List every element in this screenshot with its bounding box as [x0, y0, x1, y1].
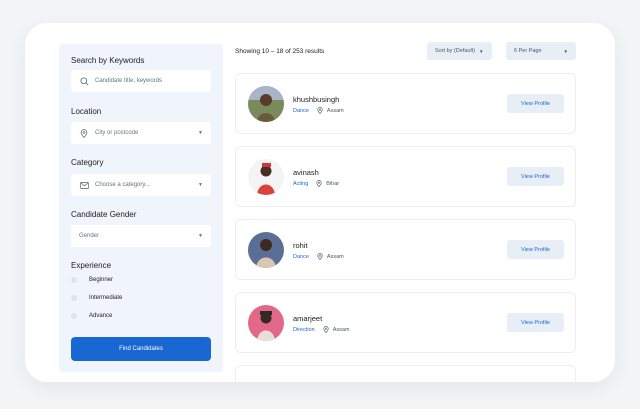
- experience-option-intermediate[interactable]: Intermediate: [71, 295, 122, 301]
- experience-title: Experience: [71, 261, 112, 270]
- candidate-name[interactable]: avinash: [293, 168, 319, 177]
- gender-value: Gender: [79, 233, 100, 239]
- candidate-location: Bihar: [326, 180, 340, 187]
- experience-option-label: Intermediate: [89, 295, 123, 301]
- candidate-name[interactable]: amarjeet: [293, 314, 322, 323]
- radio-button[interactable]: [71, 295, 77, 301]
- keywords-input[interactable]: Candidate title, keywords: [71, 70, 211, 92]
- candidate-location: Assam: [332, 326, 350, 333]
- map-pin-icon: [79, 128, 89, 138]
- gender-select[interactable]: Gender ▼: [71, 225, 211, 247]
- view-profile-button[interactable]: View Profile: [507, 240, 564, 259]
- sort-dropdown[interactable]: Sort by (Default) ▼: [427, 42, 492, 60]
- candidate-meta: Dance Assam: [293, 107, 344, 114]
- candidate-card: [235, 365, 576, 382]
- avatar: [248, 305, 284, 341]
- map-pin-icon: [317, 253, 323, 260]
- candidate-meta: Direction Assam: [293, 326, 350, 333]
- map-pin-icon: [323, 326, 329, 333]
- location-title: Location: [71, 107, 102, 116]
- chevron-down-icon: ▼: [563, 48, 568, 54]
- view-profile-button[interactable]: View Profile: [507, 94, 564, 113]
- map-pin-icon: [317, 107, 323, 114]
- candidate-card: khushbusingh Dance Assam View Profile: [235, 73, 576, 134]
- keywords-title: Search by Keywords: [71, 56, 145, 65]
- results-summary: Showing 10 – 18 of 253 results: [235, 48, 325, 55]
- candidate-search-card: Search by Keywords Candidate title, keyw…: [25, 23, 615, 382]
- find-candidates-button[interactable]: Find Candidates: [71, 337, 211, 361]
- candidate-card: rohit Dance Assam View Profile: [235, 219, 576, 280]
- chevron-down-icon: ▼: [198, 182, 203, 188]
- candidate-location: Assam: [326, 107, 344, 114]
- experience-option-beginner[interactable]: Beginner: [71, 277, 113, 283]
- avatar: [248, 232, 284, 268]
- candidate-category: Direction: [293, 326, 315, 333]
- keywords-placeholder: Candidate title, keywords: [95, 78, 163, 84]
- chevron-down-icon: ▼: [198, 233, 203, 239]
- location-placeholder: City or postcode: [95, 130, 139, 136]
- search-icon: [79, 76, 89, 86]
- chevron-down-icon: ▼: [479, 48, 484, 54]
- per-page-dropdown[interactable]: 6 Per Page ▼: [506, 42, 576, 60]
- category-placeholder: Choose a category...: [95, 182, 150, 188]
- per-page-label: 6 Per Page: [514, 48, 542, 54]
- candidate-meta: Acting Bihar: [293, 180, 339, 187]
- candidate-location: Assam: [326, 253, 344, 260]
- envelope-icon: [79, 180, 89, 190]
- candidate-card: avinash Acting Bihar View Profile: [235, 146, 576, 207]
- map-pin-icon: [316, 180, 322, 187]
- candidate-category: Dance: [293, 107, 309, 114]
- category-select[interactable]: Choose a category... ▼: [71, 174, 211, 196]
- candidate-category: Acting: [293, 180, 309, 187]
- candidate-card: amarjeet Direction Assam View Profile: [235, 292, 576, 353]
- radio-button[interactable]: [71, 277, 77, 283]
- filter-sidebar: Search by Keywords Candidate title, keyw…: [59, 44, 223, 372]
- candidate-meta: Dance Assam: [293, 253, 344, 260]
- category-title: Category: [71, 158, 104, 167]
- avatar: [248, 86, 284, 122]
- candidate-name[interactable]: khushbusingh: [293, 95, 339, 104]
- view-profile-button[interactable]: View Profile: [507, 167, 564, 186]
- experience-option-label: Advance: [89, 313, 113, 319]
- location-select[interactable]: City or postcode ▼: [71, 122, 211, 144]
- candidate-category: Dance: [293, 253, 309, 260]
- gender-title: Candidate Gender: [71, 210, 137, 219]
- avatar: [248, 159, 284, 195]
- experience-option-advance[interactable]: Advance: [71, 313, 112, 319]
- sort-label: Sort by (Default): [435, 48, 476, 54]
- view-profile-button[interactable]: View Profile: [507, 313, 564, 332]
- candidate-name[interactable]: rohit: [293, 241, 308, 250]
- radio-button[interactable]: [71, 313, 77, 319]
- chevron-down-icon: ▼: [198, 130, 203, 136]
- experience-option-label: Beginner: [89, 277, 114, 283]
